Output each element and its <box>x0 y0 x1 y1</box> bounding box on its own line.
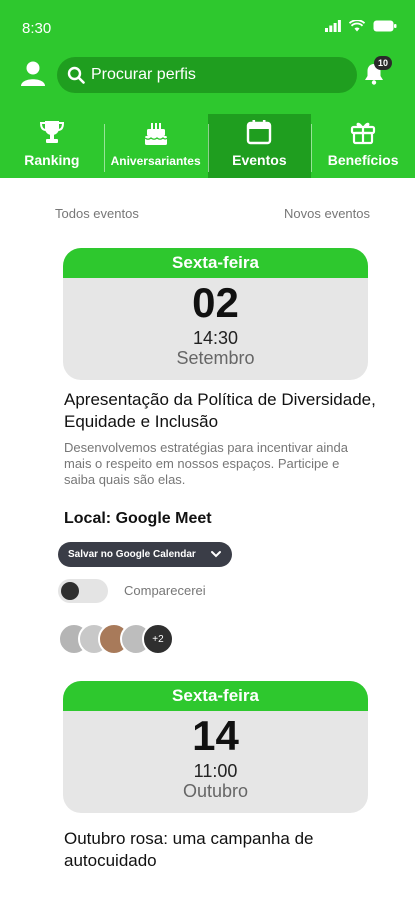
notification-badge: 10 <box>374 56 392 70</box>
event-description: Desenvolvemos estratégias para incentiva… <box>64 440 348 487</box>
status-time: 8:30 <box>22 20 52 37</box>
event-month: Setembro <box>176 348 255 368</box>
event-title: Outubro rosa: uma campanha de autocuidad… <box>64 829 314 870</box>
gift-icon <box>351 122 376 145</box>
event-day: 02 <box>192 279 239 326</box>
event-month: Outubro <box>182 781 249 801</box>
tab-label: Aniversariantes <box>110 154 201 168</box>
status-icons <box>325 20 397 32</box>
filter-new-events[interactable]: Novos eventos <box>284 206 370 221</box>
search-input[interactable] <box>91 66 341 84</box>
event-time: 14:30 <box>192 328 239 348</box>
event-title: Apresentação da Política de Diversidade,… <box>64 390 376 431</box>
attend-toggle[interactable] <box>58 579 108 603</box>
battery-icon <box>373 20 397 32</box>
tab-ranking[interactable]: Ranking <box>0 114 104 178</box>
tab-label: Ranking <box>24 152 80 168</box>
attend-label: Comparecerei <box>124 583 206 598</box>
event-location: Local: Google Meet <box>64 510 212 527</box>
wifi-icon <box>349 20 365 32</box>
profile-icon[interactable] <box>20 60 46 86</box>
event-day: 14 <box>192 712 239 759</box>
calendar-icon <box>247 120 272 145</box>
tab-label: Benefícios <box>327 152 399 168</box>
event-date-card[interactable]: Sexta-feira 14 11:00 Outubro <box>63 681 368 813</box>
tab-bar: Ranking Aniversariantes Eventos Benefíci… <box>0 114 415 178</box>
filter-all-events[interactable]: Todos eventos <box>55 206 139 221</box>
search-bar[interactable] <box>57 57 357 93</box>
event-time: 11:00 <box>193 761 238 781</box>
tab-aniversariantes[interactable]: Aniversariantes <box>103 114 208 178</box>
search-icon <box>67 66 85 84</box>
event-date-card[interactable]: Sexta-feira 02 14:30 Setembro <box>63 248 368 380</box>
save-google-calendar-label: Salvar no Google Calendar <box>68 549 196 560</box>
signal-icon <box>325 20 341 32</box>
tab-beneficios[interactable]: Benefícios <box>311 114 415 178</box>
tab-eventos[interactable]: Eventos <box>207 114 312 178</box>
more-attendees-badge: +2 <box>142 623 174 655</box>
trophy-icon <box>39 121 64 143</box>
toggle-knob <box>61 582 79 600</box>
tab-label: Eventos <box>232 152 287 168</box>
event-weekday: Sexta-feira <box>63 248 368 278</box>
save-google-calendar-button[interactable]: Salvar no Google Calendar <box>58 542 232 567</box>
cake-icon <box>144 123 168 145</box>
chevron-down-icon <box>211 551 221 558</box>
event-weekday: Sexta-feira <box>63 681 368 711</box>
app-header: 8:30 10 <box>0 0 415 178</box>
